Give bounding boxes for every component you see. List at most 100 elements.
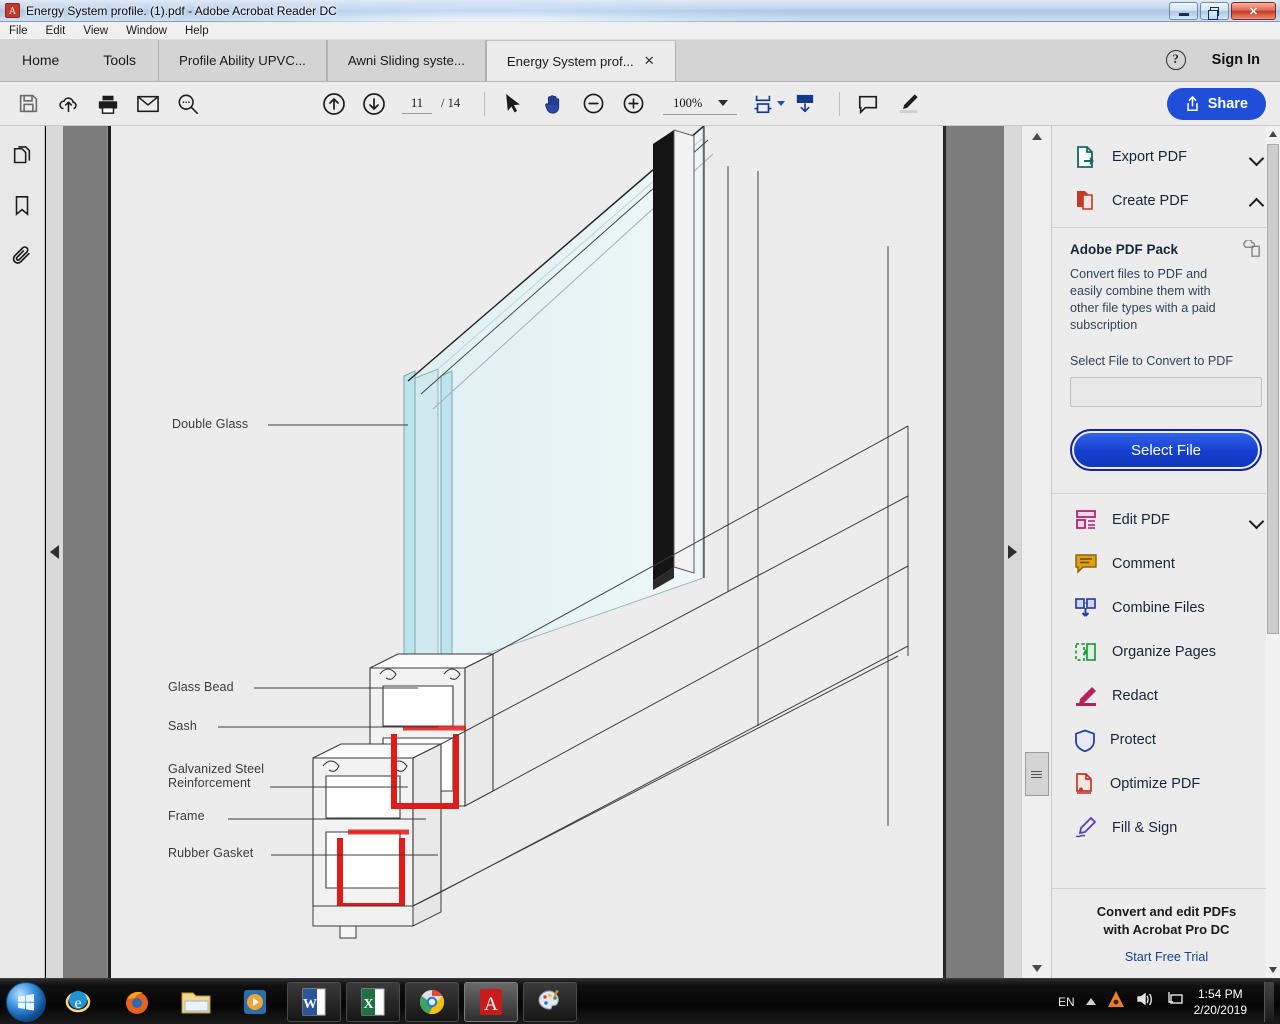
zoom-level-select[interactable]: 100% — [663, 93, 738, 115]
select-cursor-icon[interactable] — [493, 82, 533, 126]
tab-close-icon[interactable]: ✕ — [644, 53, 655, 69]
triangle-right-icon — [1008, 545, 1017, 559]
page-number-input[interactable]: 11 — [402, 94, 432, 114]
volume-icon[interactable] — [1136, 991, 1154, 1012]
tab-awni-sliding-system[interactable]: Awni Sliding syste... — [326, 40, 486, 81]
page-thumbnails-icon[interactable] — [11, 146, 33, 173]
search-icon[interactable] — [168, 82, 208, 126]
tools-panel: Export PDF Create PDF Adobe PDF Pack Con… — [1051, 126, 1280, 978]
fit-page-icon[interactable] — [751, 82, 785, 126]
menu-window[interactable]: Window — [117, 22, 176, 40]
help-icon[interactable]: ? — [1165, 50, 1186, 70]
pdf-pack-title: Adobe PDF Pack — [1070, 241, 1179, 257]
next-page-icon[interactable] — [354, 82, 394, 126]
panel-scroll-down-button[interactable] — [1266, 962, 1280, 978]
previous-page-icon[interactable] — [314, 82, 354, 126]
restore-button[interactable] — [1200, 2, 1229, 20]
upload-cloud-icon[interactable] — [48, 82, 88, 126]
scroll-track[interactable] — [1022, 146, 1051, 958]
bookmarks-icon[interactable] — [12, 195, 32, 222]
menu-edit[interactable]: Edit — [37, 22, 75, 40]
microsoft-word-icon[interactable]: W — [287, 981, 341, 1022]
comment-icon[interactable] — [848, 82, 888, 126]
microsoft-excel-icon[interactable]: X — [346, 981, 400, 1022]
print-icon[interactable] — [88, 82, 128, 126]
label-sash: Sash — [168, 719, 197, 733]
adobe-acrobat-icon[interactable]: A — [464, 981, 518, 1022]
menu-help[interactable]: Help — [176, 22, 218, 40]
tab-label: Profile Ability UPVC... — [179, 53, 306, 68]
zoom-out-icon[interactable] — [573, 82, 613, 126]
label-rubber-gasket: Rubber Gasket — [168, 846, 254, 860]
firefox-icon[interactable] — [110, 982, 164, 1022]
panel-item-export-pdf[interactable]: Export PDF — [1052, 135, 1280, 179]
internet-explorer-icon[interactable]: e — [51, 982, 105, 1022]
hand-tool-icon[interactable] — [533, 82, 573, 126]
vertical-scroll-thumb[interactable] — [1024, 752, 1049, 796]
panel-item-protect[interactable]: Protect — [1052, 718, 1280, 762]
panel-item-organize-pages[interactable]: Organize Pages — [1052, 630, 1280, 674]
google-chrome-icon[interactable] — [405, 981, 459, 1022]
select-file-button[interactable]: Select File — [1074, 433, 1258, 467]
toolbar-divider-2 — [839, 91, 841, 116]
chevron-down-icon[interactable] — [1251, 514, 1264, 527]
select-file-label: Select File to Convert to PDF — [1070, 354, 1234, 368]
panel-item-combine-files[interactable]: Combine Files — [1052, 586, 1280, 630]
previous-page-arrow[interactable] — [46, 126, 63, 978]
clock[interactable]: 1:54 PM 2/20/2019 — [1194, 986, 1247, 1018]
show-desktop-button[interactable] — [1264, 981, 1274, 1022]
panel-scroll-thumb[interactable] — [1267, 144, 1279, 634]
panel-scrollbar[interactable] — [1266, 126, 1280, 978]
language-indicator[interactable]: EN — [1058, 995, 1075, 1009]
redact-icon — [1076, 687, 1096, 706]
sign-in-button[interactable]: Sign In — [1212, 52, 1260, 68]
read-mode-icon[interactable] — [785, 82, 825, 126]
panel-label: Fill & Sign — [1112, 820, 1178, 836]
scroll-down-button[interactable] — [1022, 958, 1051, 978]
svg-text:X: X — [363, 997, 373, 1012]
fill-and-sign-icon — [1075, 817, 1097, 838]
panel-item-optimize-pdf[interactable]: Optimize PDF — [1052, 762, 1280, 806]
tools-button[interactable]: Tools — [81, 39, 159, 81]
next-page-arrow[interactable] — [1004, 126, 1021, 978]
menu-file[interactable]: File — [0, 22, 37, 40]
footer-line-2: with Acrobat Pro DC — [1103, 922, 1230, 937]
chevron-down-icon[interactable] — [1251, 151, 1264, 164]
avast-antivirus-icon[interactable] — [1107, 990, 1125, 1013]
scroll-up-button[interactable] — [1022, 126, 1051, 146]
share-button[interactable]: Share — [1166, 87, 1266, 120]
panel-item-redact[interactable]: Redact — [1052, 674, 1280, 718]
panel-item-comment[interactable]: Comment — [1052, 542, 1280, 586]
svg-text:A: A — [484, 994, 498, 1015]
panel-scroll-up-button[interactable] — [1266, 126, 1280, 142]
start-free-trial-link[interactable]: Start Free Trial — [1052, 950, 1280, 964]
panel-item-fill-and-sign[interactable]: Fill & Sign — [1052, 806, 1280, 850]
file-explorer-icon[interactable] — [169, 982, 223, 1022]
attachments-icon[interactable] — [11, 244, 33, 271]
windows-start-orb[interactable] — [6, 981, 46, 1022]
email-icon[interactable] — [128, 82, 168, 126]
media-player-icon[interactable] — [228, 982, 282, 1022]
panel-label: Edit PDF — [1112, 512, 1171, 528]
panel-item-create-pdf[interactable]: Create PDF — [1052, 179, 1280, 223]
show-hidden-icons-arrow[interactable] — [1085, 998, 1096, 1005]
viewer-scrollbar[interactable] — [1021, 126, 1051, 978]
tab-profile-ability-upvc[interactable]: Profile Ability UPVC... — [158, 40, 327, 81]
select-file-input[interactable] — [1070, 377, 1262, 407]
label-galvanized-steel: Galvanized Steel — [168, 762, 265, 776]
chevron-up-icon[interactable] — [1251, 195, 1264, 208]
highlight-pen-icon[interactable] — [888, 82, 928, 126]
save-icon[interactable] — [8, 82, 48, 126]
minimize-button[interactable] — [1169, 2, 1198, 20]
paint-icon[interactable] — [523, 981, 577, 1022]
panel-divider — [1052, 227, 1280, 228]
menu-view[interactable]: View — [74, 22, 117, 40]
close-button[interactable]: ✕ — [1231, 2, 1276, 20]
panel-item-edit-pdf[interactable]: Edit PDF — [1052, 498, 1280, 542]
zoom-in-icon[interactable] — [613, 82, 653, 126]
network-icon[interactable] — [1165, 991, 1183, 1012]
acrobat-icon: A — [5, 3, 20, 18]
menu-bar: File Edit View Window Help — [0, 22, 1280, 40]
home-button[interactable]: Home — [0, 39, 82, 81]
tab-energy-system-profile[interactable]: Energy System prof... ✕ — [485, 40, 676, 81]
